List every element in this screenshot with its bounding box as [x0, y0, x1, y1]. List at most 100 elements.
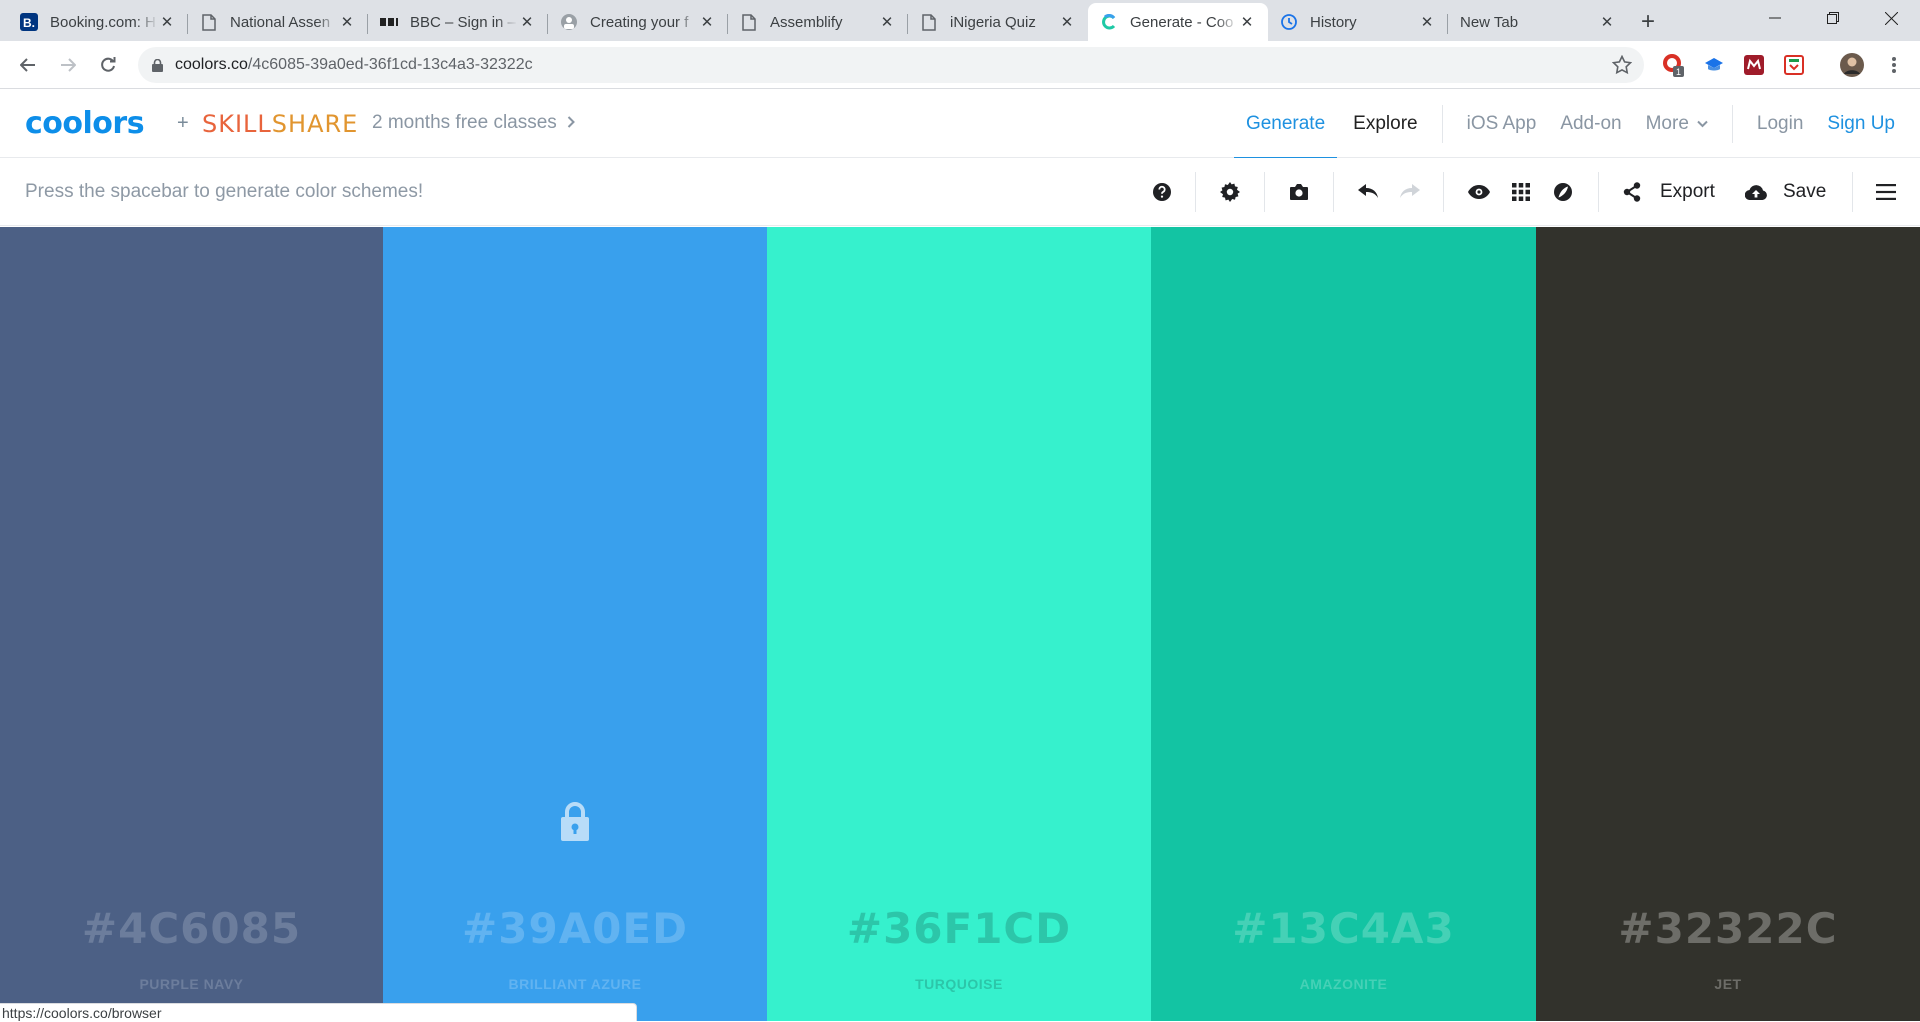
color-swatch-4[interactable]: #13C4A3 AMAZONITE	[1151, 227, 1536, 1021]
close-tab-icon[interactable]: ✕	[1598, 13, 1616, 31]
avatar-favicon-icon	[560, 13, 578, 31]
color-hex[interactable]: #4C6085	[0, 904, 383, 953]
tab-title: Creating your f	[590, 13, 689, 31]
new-tab-button[interactable]: +	[1628, 3, 1668, 41]
coolors-logo[interactable]: coolors	[25, 106, 145, 141]
color-name: PURPLE NAVY	[139, 976, 244, 992]
cloud-upload-icon[interactable]	[1744, 180, 1768, 204]
browser-tab-assemblify[interactable]: Assemblify ✕	[728, 3, 908, 41]
spacebar-hint: Press the spacebar to generate color sch…	[25, 181, 424, 202]
skillshare-logo[interactable]: SKILLSHARE	[202, 110, 358, 138]
close-tab-icon[interactable]: ✕	[878, 13, 896, 31]
settings-gear-icon[interactable]	[1218, 180, 1242, 204]
nav-more[interactable]: More	[1634, 90, 1720, 158]
color-hex[interactable]: #13C4A3	[1151, 904, 1536, 953]
color-palette: #4C6085 PURPLE NAVY #39A0ED BRILLIANT AZ…	[0, 227, 1920, 1021]
browser-tab-strip: B. Booking.com: H ✕ National Assen ✕ BBC…	[0, 0, 1920, 41]
nav-signup[interactable]: Sign Up	[1815, 90, 1920, 158]
close-window-button[interactable]	[1862, 0, 1920, 36]
browser-tab-inigeria-quiz[interactable]: iNigeria Quiz ✕	[908, 3, 1088, 41]
camera-icon[interactable]	[1287, 180, 1311, 204]
color-swatch-2[interactable]: #39A0ED BRILLIANT AZURE	[383, 227, 767, 1021]
redo-icon[interactable]	[1398, 180, 1422, 204]
browser-tab-bbc[interactable]: BBC – Sign in – ✕	[368, 3, 548, 41]
browser-toolbar: coolors.co/4c6085-39a0ed-36f1cd-13c4a3-3…	[0, 41, 1920, 89]
color-hex[interactable]: #39A0ED	[383, 904, 767, 953]
tab-title: Assemblify	[770, 13, 843, 31]
browser-tab-history[interactable]: History ✕	[1268, 3, 1448, 41]
nav-generate[interactable]: Generate	[1233, 90, 1338, 159]
page-icon	[200, 13, 218, 31]
url-host: coolors.co	[175, 56, 248, 73]
share-icon[interactable]	[1620, 180, 1644, 204]
lock-icon[interactable]	[559, 801, 591, 841]
tab-list: B. Booking.com: H ✕ National Assen ✕ BBC…	[8, 3, 1668, 41]
color-swatch-5[interactable]: #32322C JET	[1536, 227, 1920, 1021]
tab-title: New Tab	[1460, 13, 1519, 31]
export-button[interactable]: Export	[1660, 181, 1715, 203]
color-hex[interactable]: #36F1CD	[767, 904, 1151, 953]
save-button[interactable]: Save	[1783, 181, 1826, 203]
extension-pocket-icon[interactable]	[1782, 53, 1806, 77]
color-name: AMAZONITE	[1299, 976, 1388, 992]
chevron-down-icon	[1697, 120, 1708, 128]
booking-favicon-icon: B.	[20, 13, 38, 31]
top-navigation: Generate Explore iOS App Add-on More Log…	[1233, 90, 1920, 159]
tab-title: Booking.com: H	[50, 13, 156, 31]
close-tab-icon[interactable]: ✕	[1418, 13, 1436, 31]
bookmark-star-icon[interactable]	[1612, 55, 1632, 75]
browser-menu-icon[interactable]	[1882, 53, 1906, 77]
hamburger-menu-icon[interactable]	[1874, 180, 1898, 204]
tab-title: Generate - Coo	[1130, 13, 1234, 31]
close-tab-icon[interactable]: ✕	[1238, 13, 1256, 31]
color-name: TURQUOISE	[915, 976, 1003, 992]
close-tab-icon[interactable]: ✕	[1058, 13, 1076, 31]
restore-button[interactable]	[1804, 0, 1862, 36]
promo-link[interactable]: 2 months free classes	[372, 112, 575, 134]
close-tab-icon[interactable]: ✕	[518, 13, 536, 31]
forward-button[interactable]	[52, 49, 84, 81]
browser-tab-coolors[interactable]: Generate - Coo ✕	[1088, 3, 1268, 41]
tab-title: National Assen	[230, 13, 331, 31]
coolors-favicon-icon	[1100, 13, 1118, 31]
adjust-palette-icon[interactable]	[1551, 180, 1575, 204]
nav-explore[interactable]: Explore	[1341, 90, 1429, 158]
color-name: JET	[1714, 976, 1742, 992]
history-icon	[1280, 13, 1298, 31]
nav-addon[interactable]: Add-on	[1548, 90, 1633, 158]
address-bar[interactable]: coolors.co/4c6085-39a0ed-36f1cd-13c4a3-3…	[138, 47, 1644, 83]
tab-title: BBC – Sign in –	[410, 13, 516, 31]
tab-title: History	[1310, 13, 1357, 31]
browser-tab-new-tab[interactable]: New Tab ✕	[1448, 3, 1628, 41]
close-tab-icon[interactable]: ✕	[698, 13, 716, 31]
site-header: coolors + SKILLSHARE 2 months free class…	[0, 90, 1920, 159]
color-hex[interactable]: #32322C	[1536, 904, 1920, 953]
svg-text:B.: B.	[23, 16, 35, 30]
browser-tab-creating[interactable]: Creating your f ✕	[548, 3, 728, 41]
minimize-button[interactable]	[1746, 0, 1804, 36]
reload-button[interactable]	[92, 49, 124, 81]
profile-avatar[interactable]	[1840, 53, 1864, 77]
browser-tab-booking[interactable]: B. Booking.com: H ✕	[8, 3, 188, 41]
undo-icon[interactable]	[1356, 180, 1380, 204]
nav-more-label: More	[1645, 113, 1689, 134]
close-tab-icon[interactable]: ✕	[158, 13, 176, 31]
color-swatch-3[interactable]: #36F1CD TURQUOISE	[767, 227, 1151, 1021]
lock-icon[interactable]	[152, 58, 163, 72]
nav-login[interactable]: Login	[1745, 90, 1816, 158]
view-eye-icon[interactable]	[1467, 180, 1491, 204]
help-icon[interactable]	[1150, 180, 1174, 204]
grid-view-icon[interactable]	[1509, 180, 1533, 204]
back-button[interactable]	[12, 49, 44, 81]
extension-mendeley-icon[interactable]	[1742, 53, 1766, 77]
close-tab-icon[interactable]: ✕	[338, 13, 356, 31]
link-status-bar: https://coolors.co/browser	[0, 1003, 637, 1021]
chevron-right-icon	[567, 115, 575, 132]
color-name: BRILLIANT AZURE	[508, 976, 642, 992]
extension-graduation-icon[interactable]	[1702, 53, 1726, 77]
nav-ios-app[interactable]: iOS App	[1455, 90, 1549, 158]
color-swatch-1[interactable]: #4C6085 PURPLE NAVY	[0, 227, 383, 1021]
extension-adblock-icon[interactable]: 1	[1661, 53, 1685, 77]
browser-tab-national-assembly[interactable]: National Assen ✕	[188, 3, 368, 41]
extension-badge: 1	[1676, 67, 1681, 77]
